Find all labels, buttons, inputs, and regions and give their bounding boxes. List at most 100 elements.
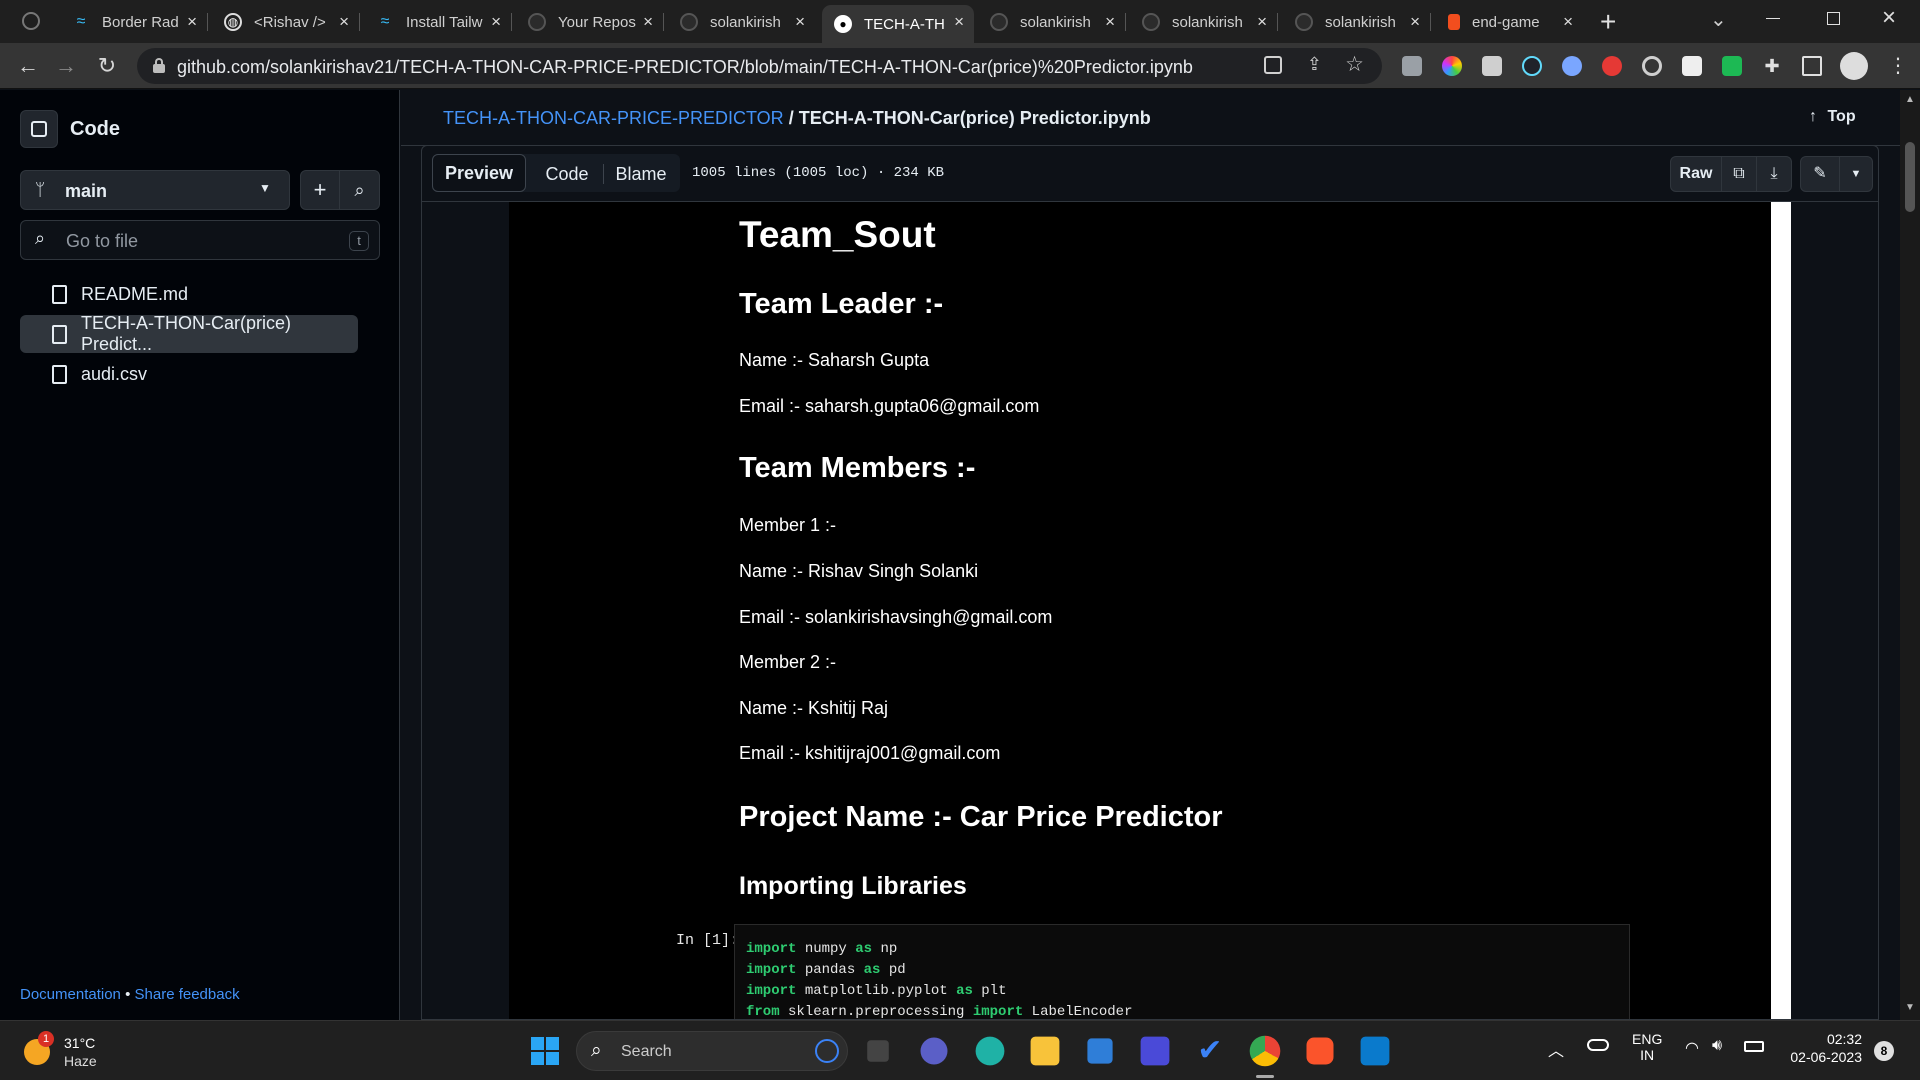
- windows-start-icon[interactable]: [527, 1033, 563, 1069]
- red-extension-icon[interactable]: [1602, 56, 1622, 76]
- show-hidden-icons-chevron[interactable]: ︿: [1548, 1037, 1564, 1061]
- language-indicator[interactable]: ENG IN: [1632, 1031, 1662, 1063]
- close-icon[interactable]: ×: [795, 12, 805, 32]
- browser-tab[interactable]: solankirish ×: [668, 5, 815, 39]
- breadcrumb: TECH-A-THON-CAR-PRICE-PREDICTOR / TECH-A…: [443, 108, 1151, 129]
- search-icon[interactable]: ⌕: [340, 171, 379, 209]
- close-icon[interactable]: ×: [491, 12, 501, 32]
- profile-avatar[interactable]: [1840, 52, 1868, 80]
- close-icon[interactable]: ×: [1105, 12, 1115, 32]
- scroll-up-arrow-icon[interactable]: ▲: [1905, 94, 1915, 105]
- browser-tab[interactable]: ≈ Border Rad ×: [60, 5, 208, 39]
- windows-taskbar: 1 31°C Haze ⌕ Search ✔ ︿ ENG IN ◠ 🔊︎ 02:…: [0, 1020, 1920, 1080]
- close-icon[interactable]: ×: [1563, 12, 1573, 32]
- battery-icon[interactable]: [1744, 1041, 1764, 1052]
- side-panel-icon[interactable]: [1802, 56, 1822, 76]
- green-extension-icon[interactable]: [1722, 56, 1742, 76]
- browser-tab[interactable]: solankirish ×: [1283, 5, 1431, 39]
- file-tree-item-audi-csv[interactable]: audi.csv: [20, 355, 358, 393]
- file-name: audi.csv: [81, 363, 148, 384]
- brave-icon[interactable]: [1306, 1037, 1334, 1065]
- address-bar[interactable]: github.com/solankirishav21/TECH-A-THON-C…: [137, 48, 1382, 84]
- page-scrollbar[interactable]: ▲ ▼: [1900, 90, 1920, 1020]
- weather-widget[interactable]: 1 31°C Haze: [24, 1031, 114, 1071]
- teams-chat-icon[interactable]: [920, 1037, 948, 1065]
- browser-tab[interactable]: ≈ Install Tailw ×: [364, 5, 512, 39]
- bookmark-star-icon[interactable]: ☆: [1345, 52, 1364, 77]
- code-module: matplotlib.pyplot: [796, 983, 957, 999]
- browser-tab[interactable]: solankirish ×: [1130, 5, 1278, 39]
- target-extension-icon[interactable]: [1642, 56, 1662, 76]
- collapse-sidebar-button[interactable]: [20, 110, 58, 148]
- close-icon[interactable]: ×: [643, 12, 653, 32]
- task-view-icon[interactable]: [867, 1040, 889, 1062]
- tab-list-chevron-icon[interactable]: ⌄: [1710, 7, 1727, 32]
- notebook-scrollbar[interactable]: [1771, 202, 1791, 1019]
- forward-arrow-icon[interactable]: →: [52, 52, 80, 80]
- puzzle-extension-icon[interactable]: [1482, 56, 1502, 76]
- back-to-top-button[interactable]: ↑ Top: [1809, 108, 1856, 126]
- clock[interactable]: 02:32 02-06-2023: [1780, 1031, 1862, 1065]
- browser-tab[interactable]: Your Repos ×: [516, 5, 664, 39]
- minimize-icon[interactable]: [1766, 18, 1780, 19]
- more-options-chevron-icon[interactable]: ▼: [1839, 156, 1873, 192]
- close-icon[interactable]: ×: [187, 12, 197, 32]
- repo-link[interactable]: TECH-A-THON-CAR-PRICE-PREDICTOR: [443, 108, 784, 128]
- browser-tab-active[interactable]: ● TECH-A-TH ×: [822, 5, 974, 43]
- browser-menu-icon[interactable]: ⋮: [1888, 53, 1908, 78]
- branch-selector[interactable]: ᛘ main ▼: [20, 170, 290, 210]
- file-explorer-icon[interactable]: [1030, 1036, 1060, 1066]
- mail-icon[interactable]: [1087, 1038, 1113, 1064]
- whiteboard-icon[interactable]: [1140, 1036, 1170, 1066]
- vscode-icon[interactable]: [1360, 1036, 1390, 1066]
- close-icon[interactable]: ×: [1410, 12, 1420, 32]
- extensions-puzzle-icon[interactable]: ✚: [1762, 56, 1782, 76]
- react-devtools-icon[interactable]: [1522, 56, 1542, 76]
- volume-icon[interactable]: 🔊︎: [1712, 1037, 1722, 1055]
- tab-separator: [511, 13, 512, 31]
- close-icon[interactable]: ×: [339, 12, 349, 32]
- download-icon[interactable]: ⤓: [1756, 156, 1792, 192]
- ring-extension-icon[interactable]: [1562, 56, 1582, 76]
- notification-count-badge[interactable]: 8: [1874, 1041, 1894, 1061]
- avatar-extension-icon[interactable]: [1682, 56, 1702, 76]
- footer-separator: •: [125, 986, 131, 1003]
- camera-extension-icon[interactable]: [1402, 56, 1422, 76]
- color-picker-extension-icon[interactable]: [1442, 56, 1462, 76]
- documentation-link[interactable]: Documentation: [20, 986, 121, 1003]
- code-tab[interactable]: Code: [532, 156, 602, 192]
- edge-icon[interactable]: [975, 1036, 1005, 1066]
- git-branch-icon: ᛘ: [35, 180, 46, 199]
- browser-tab[interactable]: solankirish ×: [978, 5, 1126, 39]
- tab-search-icon[interactable]: [22, 12, 40, 30]
- share-icon[interactable]: ⇪: [1307, 54, 1322, 75]
- install-app-icon[interactable]: [1264, 56, 1282, 74]
- reload-icon[interactable]: ↻: [93, 52, 121, 80]
- window-close-icon[interactable]: ×: [1882, 4, 1896, 32]
- preview-tab[interactable]: Preview: [432, 154, 526, 192]
- go-to-file-input[interactable]: ⌕ Go to file t: [20, 220, 380, 260]
- scroll-thumb[interactable]: [1905, 142, 1915, 212]
- chrome-icon[interactable]: [1249, 1035, 1281, 1067]
- scroll-down-arrow-icon[interactable]: ▼: [1905, 1002, 1915, 1013]
- edit-pencil-icon[interactable]: ✎: [1800, 156, 1840, 192]
- restore-icon[interactable]: [1827, 12, 1840, 25]
- share-feedback-link[interactable]: Share feedback: [135, 986, 240, 1003]
- onedrive-cloud-icon[interactable]: [1587, 1039, 1609, 1051]
- blame-tab[interactable]: Blame: [605, 156, 677, 192]
- add-file-button[interactable]: + ⌕: [300, 170, 380, 210]
- back-arrow-icon[interactable]: ←: [14, 52, 42, 80]
- browser-tab[interactable]: end-game ×: [1436, 5, 1583, 39]
- url-text: github.com/solankirishav21/TECH-A-THON-C…: [177, 57, 1193, 77]
- file-tree-item-readme[interactable]: README.md: [20, 275, 358, 313]
- todo-icon[interactable]: ✔: [1192, 1033, 1228, 1069]
- wifi-icon[interactable]: ◠: [1685, 1038, 1699, 1058]
- copy-raw-icon[interactable]: ⧉: [1721, 156, 1757, 192]
- close-icon[interactable]: ×: [1257, 12, 1267, 32]
- new-tab-plus-icon[interactable]: +: [1600, 6, 1616, 38]
- file-tree-item-notebook[interactable]: TECH-A-THON-Car(price) Predict...: [20, 313, 358, 354]
- browser-tab[interactable]: ◍ <Rishav /> ×: [212, 5, 360, 39]
- taskbar-search-box[interactable]: ⌕ Search: [576, 1031, 848, 1071]
- raw-button[interactable]: Raw: [1670, 156, 1722, 192]
- close-icon[interactable]: ×: [954, 12, 964, 32]
